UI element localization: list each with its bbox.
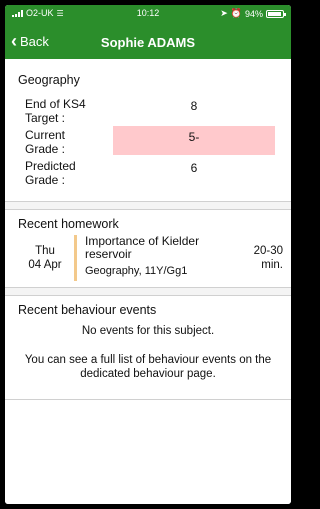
section-gap bbox=[5, 288, 291, 295]
battery-icon bbox=[266, 9, 286, 18]
homework-duration: 20-30 min. bbox=[253, 245, 283, 271]
homework-day-date: 04 Apr bbox=[28, 259, 62, 271]
subject-detail: Geography End of KS4 Target : 8 Current … bbox=[5, 59, 291, 504]
status-bar: O2-UK ☰ 10:12 ➤ ⏰ 94% bbox=[5, 5, 291, 23]
location-icon: ➤ bbox=[220, 8, 228, 18]
navigation-bar: ‹ Back Sophie ADAMS bbox=[5, 25, 291, 59]
section-gap bbox=[5, 202, 291, 209]
subject-name: Geography bbox=[18, 73, 80, 87]
homework-title: Recent homework bbox=[18, 217, 119, 231]
grade-row-predicted: Predicted Grade : 6 bbox=[5, 159, 291, 190]
grade-label: Predicted Grade : bbox=[25, 159, 76, 187]
grade-value: 5- bbox=[113, 126, 275, 155]
grade-label: End of KS4 Target : bbox=[25, 97, 86, 125]
phone-screen: O2-UK ☰ 10:12 ➤ ⏰ 94% ‹ Back Sophie ADAM… bbox=[5, 5, 291, 504]
behaviour-empty-text: No events for this subject. bbox=[81, 325, 215, 337]
grade-row-target: End of KS4 Target : 8 bbox=[5, 97, 291, 128]
grade-value: 6 bbox=[190, 161, 198, 175]
page-title: Sophie ADAMS bbox=[100, 35, 196, 50]
homework-item[interactable]: Thu 04 Apr Importance of Kielder reservo… bbox=[5, 235, 291, 283]
grade-row-current: Current Grade : 5- bbox=[5, 126, 291, 159]
homework-day: Thu bbox=[35, 245, 55, 257]
grades-table: End of KS4 Target : 8 Current Grade : 5-… bbox=[5, 97, 291, 190]
divider bbox=[5, 295, 291, 296]
grade-label: Current Grade : bbox=[25, 128, 66, 156]
alarm-icon: ⏰ bbox=[230, 8, 242, 18]
status-right: ➤ ⏰ 94% bbox=[220, 8, 286, 19]
behaviour-info-text: You can see a full list of behaviour eve… bbox=[24, 354, 272, 380]
homework-color-bar bbox=[74, 235, 77, 281]
divider bbox=[5, 209, 291, 210]
homework-title-text: Importance of Kielder reservoir bbox=[85, 234, 200, 261]
homework-date: Thu 04 Apr bbox=[21, 244, 69, 272]
behaviour-title: Recent behaviour events bbox=[18, 303, 157, 317]
grade-value: 8 bbox=[190, 99, 198, 113]
top-bar: O2-UK ☰ 10:12 ➤ ⏰ 94% ‹ Back Sophie ADAM… bbox=[5, 5, 291, 59]
divider bbox=[5, 399, 291, 400]
battery-percent: 94% bbox=[244, 8, 263, 19]
homework-subject: Geography, 11Y/Gg1 bbox=[85, 265, 188, 277]
